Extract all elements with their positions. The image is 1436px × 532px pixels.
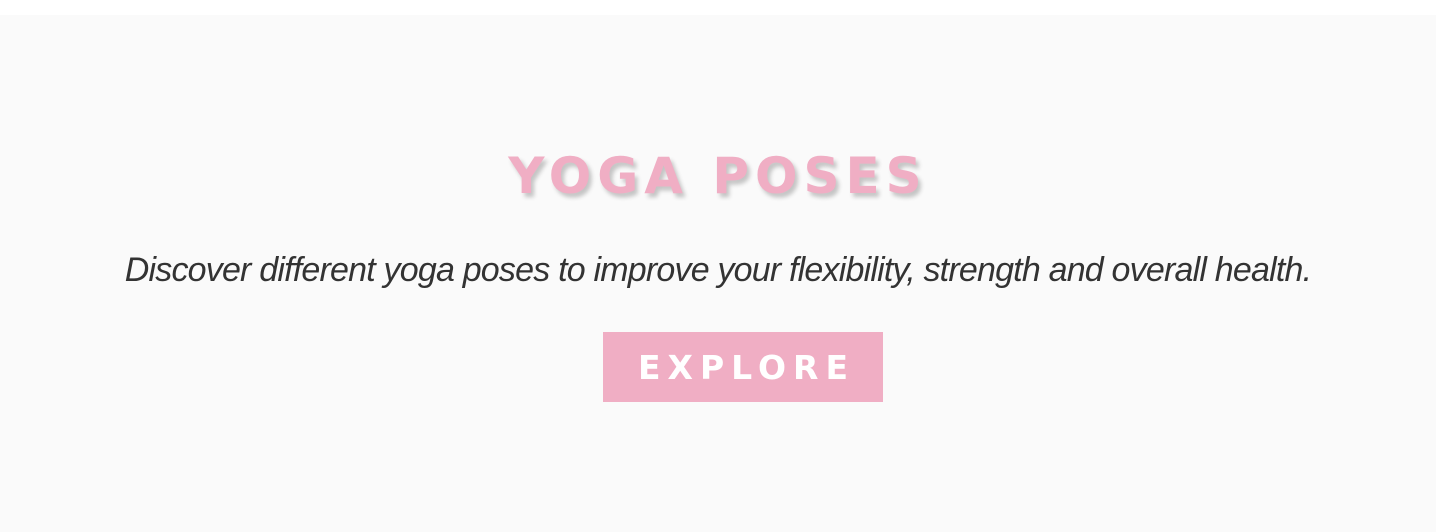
hero-title: YOGA POSES	[508, 147, 928, 205]
hero-subtitle: Discover different yoga poses to improve…	[124, 251, 1312, 289]
explore-button[interactable]: EXPLORE	[603, 332, 883, 402]
hero-section: YOGA POSES Discover different yoga poses…	[0, 15, 1436, 532]
